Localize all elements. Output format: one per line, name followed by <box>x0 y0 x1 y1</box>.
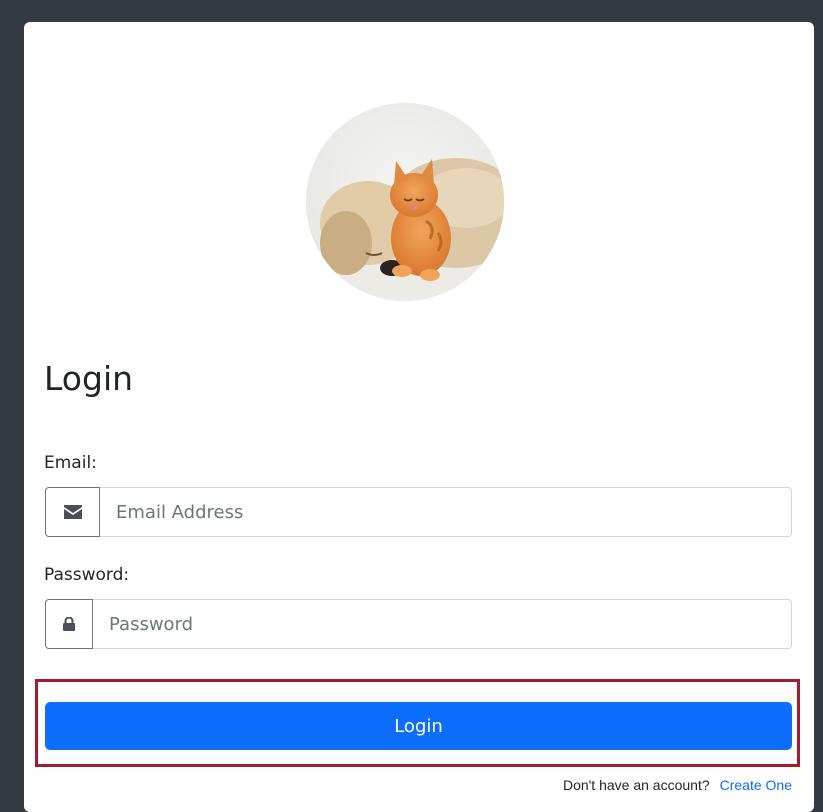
password-input-group <box>45 599 792 649</box>
email-field[interactable] <box>100 487 792 537</box>
page-title: Login <box>44 359 134 398</box>
avatar-image <box>306 103 504 301</box>
pet-photo <box>306 103 504 301</box>
signup-prompt-text: Don't have an account? <box>562 777 710 793</box>
email-label: Email: <box>44 453 97 473</box>
envelope-icon <box>45 487 100 537</box>
password-field[interactable] <box>93 599 792 649</box>
lock-icon <box>45 599 93 649</box>
login-card: Login Email: Password: Login Don't have … <box>24 22 814 812</box>
create-account-link[interactable]: Create One <box>720 777 792 793</box>
email-input-group <box>45 487 792 537</box>
signup-prompt: Don't have an account? Create One <box>563 777 792 793</box>
password-label: Password: <box>44 565 130 585</box>
login-button[interactable]: Login <box>45 702 792 750</box>
